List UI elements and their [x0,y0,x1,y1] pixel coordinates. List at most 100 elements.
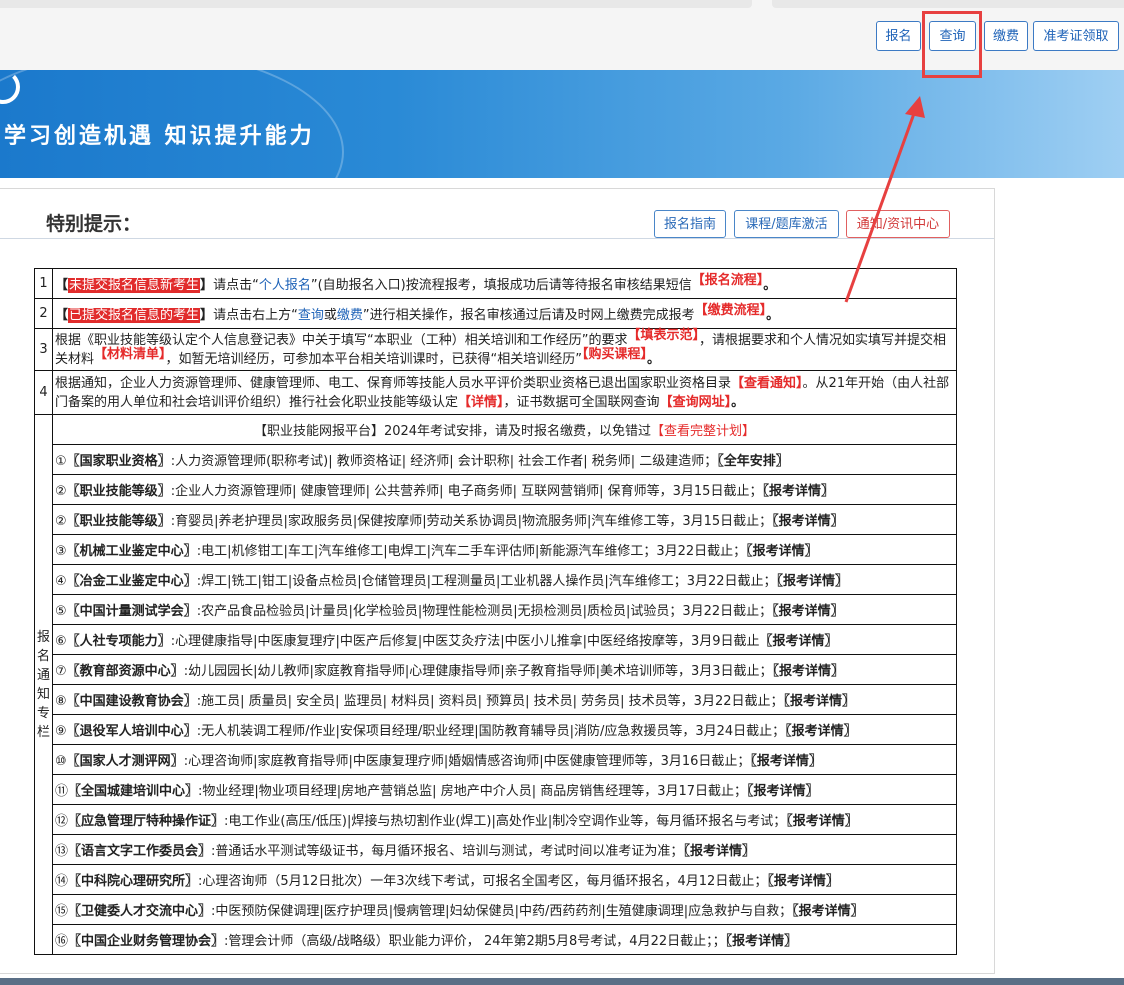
notice-text: ”(自助报名入口)按流程报考，填报成功后请等待报名审核结果短信 [310,278,692,293]
schedule-item: ⑯〖中国企业财务管理协会〗:管理会计师（高级/战略级）职业能力评价， 24年第2… [52,924,957,955]
buy-course-link[interactable]: 【购买课程】 [582,347,647,362]
item-details-link[interactable]: 〖全年安排〗 [717,454,789,469]
register-button[interactable]: 报名 [876,21,921,51]
registration-guide-button[interactable]: 报名指南 [654,210,726,238]
footer-bar [0,978,1124,985]
bracket: 【 [55,278,69,293]
item-number: ④ [55,574,67,589]
notice-text-2: 【已提交报名信息的考生】请点击右上方“查询或缴费”进行相关操作，报名审核通过后请… [52,298,957,329]
item-organization: 〖中国建设教育协会〗 [66,694,197,709]
item-details-link[interactable]: 〖报考详情〗 [785,724,857,739]
form-example-link[interactable]: 【填表示范】 [628,328,700,343]
schedule-item: ⑤〖中国计量测试学会〗:农产品食品检验员|计量员|化学检验员|物理性能检测员|无… [52,594,957,625]
notice-text: 根据《职业技能等级认定个人信息登记表》中关于填写“本职业（工种）相关培训和工作经… [55,332,628,348]
item-description: :企业人力资源管理师| 健康管理师| 公共营养师| 电子商务师| 互联网营销师|… [170,484,763,499]
item-description: :心理咨询师（5月12日批次）一年3次线下考试，可报名全国考区，每月循环报名，4… [198,874,768,889]
side-char: 通 [37,667,51,683]
punctuation: 。 [647,351,661,367]
item-organization: 〖职业技能等级〗 [66,484,171,499]
item-details-link[interactable]: 〖报考详情〗 [683,844,755,859]
registration-process-link[interactable]: 【报名流程】 [692,273,764,288]
punctuation: 。 [766,308,780,323]
schedule-item-row: ⑮〖卫健委人才交流中心〗:中医预防保健调理|医疗护理员|慢病管理|妇幼保健员|中… [35,894,957,925]
side-char: 报 [37,629,51,645]
item-number: ③ [55,544,67,559]
schedule-item: ⑬〖语言文字工作委员会〗:普通话水平测试等级证书，每月循环报名、培训与测试，考试… [52,834,957,865]
schedule-item-row: ⑨〖退役军人培训中心〗:无人机装调工程师/作业|安保项目经理/职业经理|国防教育… [35,714,957,745]
panel-title: 特别提示： [46,213,142,235]
schedule-item: ④〖冶金工业鉴定中心〗:焊工|铣工|钳工|设备点检员|仓储管理员|工程测量员|工… [52,564,957,595]
schedule-item-row: ⑤〖中国计量测试学会〗:农产品食品检验员|计量员|化学检验员|物理性能检测员|无… [35,594,957,625]
punctuation: 。 [763,278,777,293]
side-char: 知 [37,686,51,702]
schedule-item: ⑭〖中科院心理研究所〗:心理咨询师（5月12日批次）一年3次线下考试，可报名全国… [52,864,957,895]
schedule-item-row: ⑫〖应急管理厅特种操作证〗:电工作业(高压/低压)|焊接与热切割作业(焊工)|高… [35,804,957,835]
item-details-link[interactable]: 〖报考详情〗 [746,544,818,559]
item-details-link[interactable]: 〖报考详情〗 [773,664,845,679]
notice-text: ”进行相关操作，报名审核通过后请及时网上缴费完成报考 [362,308,695,323]
schedule-item-row: ④〖冶金工业鉴定中心〗:焊工|铣工|钳工|设备点检员|仓储管理员|工程测量员|工… [35,564,957,595]
item-organization: 〖教育部资源中心〗 [66,664,184,679]
query-link[interactable]: 查询 [298,308,324,323]
item-details-link[interactable]: 〖报考详情〗 [750,754,822,769]
course-activation-button[interactable]: 课程/题库激活 [734,210,839,238]
item-description: :无人机装调工程师/作业|安保项目经理/职业经理|国防教育辅导员|消防/应急救援… [196,724,786,739]
item-organization: 〖机械工业鉴定中心〗 [66,544,197,559]
row-number: 1 [33,268,54,299]
material-list-link[interactable]: 【材料清单】 [94,347,166,362]
item-details-link[interactable]: 〖报考详情〗 [772,514,844,529]
item-details-link[interactable]: 〖报考详情〗 [786,814,858,829]
full-plan-link[interactable]: 【查看完整计划】 [651,424,755,439]
address-bar-fragment[interactable] [0,0,752,8]
item-details-link[interactable]: 〖报考详情〗 [772,604,844,619]
admission-ticket-button[interactable]: 准考证领取 [1033,21,1119,51]
view-notice-link[interactable]: 【查看通知】 [731,376,803,391]
query-website-link[interactable]: 【查询网址】 [660,395,732,410]
column-side-label: 报 名 通 知 专 栏 [33,414,54,955]
details-link[interactable]: 【详情】 [458,395,504,410]
notice-text: ，如暂无培训经历，可参加本平台相关培训课时，已获得“相关培训经历” [165,351,583,367]
payment-process-link[interactable]: 【缴费流程】 [695,303,767,318]
notice-text: ，证书数据可全国联网查询 [503,394,660,410]
item-number: ⑧ [55,694,67,709]
payment-button[interactable]: 缴费 [984,21,1028,51]
banner-slogan: 学习创造机遇 知识提升能力 [4,123,315,149]
item-number: ① [55,454,67,469]
item-details-link[interactable]: 〖报考详情〗 [747,784,819,799]
item-organization: 〖退役军人培训中心〗 [66,724,197,739]
item-description: :焊工|铣工|钳工|设备点检员|仓储管理员|工程测量员|工业机器人操作员|汽车维… [196,574,777,589]
item-organization: 〖职业技能等级〗 [66,514,171,529]
item-details-link[interactable]: 〖报考详情〗 [726,934,798,949]
item-description: :施工员| 质量员| 安全员| 监理员| 材料员| 资料员| 预算员| 技术员|… [196,694,784,709]
item-organization: 〖冶金工业鉴定中心〗 [66,574,197,589]
item-details-link[interactable]: 〖报考详情〗 [767,874,839,889]
payment-link[interactable]: 缴费 [337,308,363,323]
notice-text-4: 根据通知，企业人力资源管理师、健康管理师、电工、保育师等技能人员水平评价类职业资… [52,370,957,415]
item-details-link[interactable]: 〖报考详情〗 [762,484,834,499]
item-number: ⑬ [55,844,69,859]
schedule-item: ⑨〖退役军人培训中心〗:无人机装调工程师/作业|安保项目经理/职业经理|国防教育… [52,714,957,745]
item-details-link[interactable]: 〖报考详情〗 [777,574,849,589]
bracket: 】 [200,308,214,323]
schedule-item: ⑪〖全国城建培训中心〗:物业经理|物业项目经理|房地产营销总监| 房地产中介人员… [52,774,957,805]
item-description: :人力资源管理师(职称考试)| 教师资格证| 经济师| 会计职称| 社会工作者|… [170,454,718,469]
item-description: :普通话水平测试等级证书，每月循环报名、培训与测试，考试时间以准考证为准； [211,844,684,859]
schedule-item-row: ⑬〖语言文字工作委员会〗:普通话水平测试等级证书，每月循环报名、培训与测试，考试… [35,834,957,865]
schedule-item-row: ⑪〖全国城建培训中心〗:物业经理|物业项目经理|房地产营销总监| 房地产中介人员… [35,774,957,805]
notice-text-1: 【未提交报名信息新考生】请点击“个人报名”(自助报名入口)按流程报考，填报成功后… [52,268,957,299]
schedule-item: ⑧〖中国建设教育协会〗:施工员| 质量员| 安全员| 监理员| 材料员| 资料员… [52,684,957,715]
item-details-link[interactable]: 〖报考详情〗 [792,904,864,919]
item-organization: 〖国家人才测评网〗 [66,754,184,769]
item-details-link[interactable]: 〖报考详情〗 [784,694,856,709]
schedule-item-row: ⑯〖中国企业财务管理协会〗:管理会计师（高级/战略级）职业能力评价， 24年第2… [35,924,957,955]
personal-registration-link[interactable]: 个人报名 [259,278,311,293]
search-bar-fragment[interactable] [772,0,1124,8]
schedule-item: ⑫〖应急管理厅特种操作证〗:电工作业(高压/低压)|焊接与热切割作业(焊工)|高… [52,804,957,835]
schedule-header-row: 报 名 通 知 专 栏 【职业技能网报平台】2024年考试安排，请及时报名缴费，… [33,414,957,955]
row-number: 4 [33,370,54,415]
punctuation: 。 [731,394,745,410]
news-center-button[interactable]: 通知/资讯中心 [846,210,950,238]
item-details-link[interactable]: 〖报考详情〗 [760,634,838,649]
notice-text: 或 [323,308,337,323]
item-organization: 〖中国计量测试学会〗 [66,604,197,619]
